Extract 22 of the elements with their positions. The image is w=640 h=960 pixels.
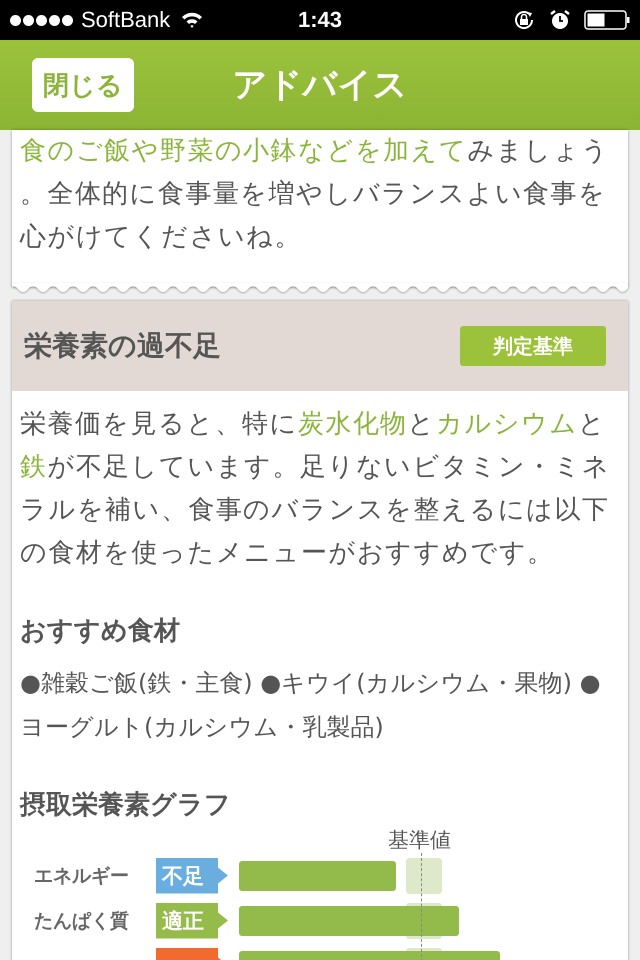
graph-heading: 摂取栄養素グラフ — [20, 789, 232, 822]
advice-text: 食のご飯や野菜の小鉢などを加えて みましょう。全体的に食事量を増やしバランスよい食事を心がけてくださいね。 — [20, 135, 610, 254]
criteria-button[interactable]: 判定基準 — [460, 326, 606, 366]
screen-title: アドバイス — [232, 64, 408, 107]
nutrient-label: エネルギー — [34, 864, 129, 886]
signal-icon — [10, 14, 73, 26]
nutrient-label: たんぱく質 — [34, 910, 129, 932]
alarm-icon — [548, 8, 572, 32]
reference-label: 基準値 — [388, 827, 451, 853]
battery-icon — [584, 10, 630, 30]
section-title: 栄養素の過不足 — [24, 328, 221, 364]
rotation-lock-icon — [512, 8, 536, 32]
recommended-foods: ●雑穀ご飯(鉄・主食) ●キウイ(カルシウム・果物) ●ヨーグルト(カルシウム・乳製品) — [20, 668, 602, 743]
status-tag: 適正 — [156, 902, 228, 938]
wifi-icon — [180, 11, 204, 29]
nutrient-summary: 栄養価を見ると、特に 炭水化物 と カルシウム と 鉄が不足しています。足りないビタミン・ミネラルを補い、食事のバランスを整えるには以下の食材を使ったメニューがおすすめです。 — [20, 408, 612, 570]
carrier-name: SoftBank — [81, 7, 170, 33]
clock-time: 1:43 — [298, 7, 342, 33]
foods-heading: おすすめ食材 — [20, 615, 181, 648]
close-button[interactable]: 閉じる — [32, 58, 134, 112]
reference-range — [406, 858, 442, 894]
status-tag: 不足 — [156, 858, 228, 894]
